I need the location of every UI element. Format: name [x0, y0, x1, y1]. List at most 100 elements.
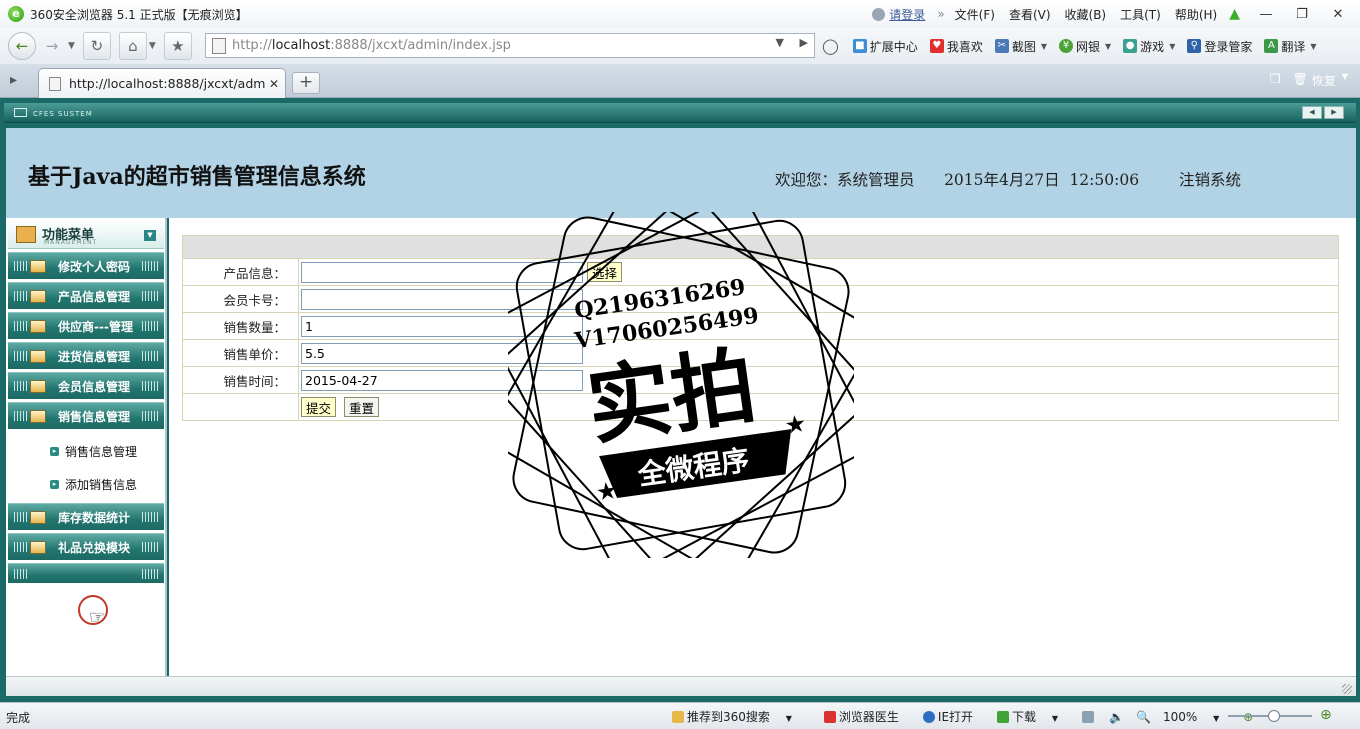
- home-dropdown-icon[interactable]: ▼: [149, 41, 156, 51]
- submenu-sales-manage[interactable]: ▸ 销售信息管理: [50, 443, 137, 460]
- history-dropdown-icon[interactable]: ▼: [68, 41, 75, 51]
- zoom-button[interactable]: 🔍 100% ▼: [1136, 710, 1231, 724]
- collapse-icon[interactable]: ▼: [144, 230, 156, 241]
- page-icon: [49, 76, 61, 91]
- recommend-button[interactable]: 推荐到360搜索 ▼: [672, 708, 804, 725]
- time-input[interactable]: [301, 369, 583, 391]
- menu-item-icon: [30, 510, 46, 524]
- menu-tools[interactable]: 工具(T): [1120, 6, 1161, 23]
- page-title: 基于Java的超市销售管理信息系统: [28, 164, 366, 190]
- sidebar-item-gift[interactable]: 礼品兑换模块: [8, 533, 164, 560]
- zoom-in-icon[interactable]: ⊕: [1320, 707, 1332, 723]
- translate-button[interactable]: A 翻译 ▼: [1264, 38, 1317, 55]
- download-button[interactable]: 下载 ▼: [997, 708, 1070, 725]
- sales-form: 产品信息： 选择 会员卡号： 销售数量： 销售单价： 销售时间：: [182, 235, 1339, 421]
- tab-active[interactable]: http://localhost:8888/jxcxt/admi... ✕: [38, 68, 286, 98]
- ie-open-button[interactable]: IE打开: [922, 708, 985, 725]
- go-icon[interactable]: ▶: [800, 36, 808, 49]
- main-content: 产品信息： 选择 会员卡号： 销售数量： 销售单价： 销售时间：: [169, 218, 1356, 676]
- sidebar-item-label: 供应商---管理: [58, 319, 133, 334]
- restore-button[interactable]: 恢复: [1312, 72, 1336, 89]
- close-window-icon[interactable]: ✕: [1320, 7, 1356, 22]
- url-text[interactable]: http://localhost:8888/jxcxt/admin/index.…: [232, 38, 511, 53]
- home-icon[interactable]: ⌂: [118, 32, 147, 60]
- shield-icon[interactable]: ◯: [822, 37, 839, 55]
- new-tab-button[interactable]: +: [292, 72, 320, 94]
- back-icon[interactable]: ←: [8, 32, 36, 60]
- heart-icon: ♥: [929, 39, 944, 53]
- url-dropdown-icon[interactable]: ▼: [776, 36, 784, 49]
- quantity-label: 销售数量：: [182, 312, 299, 340]
- menu-item-icon: [30, 540, 46, 554]
- browser-doctor-button[interactable]: 浏览器医生: [823, 708, 911, 725]
- time-label: 销售时间：: [182, 366, 299, 394]
- close-tab-icon[interactable]: ✕: [269, 77, 279, 91]
- menu-file[interactable]: 文件(F): [955, 6, 995, 23]
- menu-item-icon: [30, 259, 46, 273]
- forward-icon[interactable]: →: [38, 32, 66, 60]
- sidebar-item-inventory[interactable]: 库存数据统计: [8, 503, 164, 530]
- ebank-button[interactable]: ¥ 网银 ▼: [1059, 38, 1111, 55]
- login-link[interactable]: 请登录: [889, 6, 925, 23]
- window-switch-icon[interactable]: ❐: [1270, 72, 1281, 89]
- price-input[interactable]: [301, 342, 583, 364]
- product-input[interactable]: [301, 261, 583, 283]
- cube-icon: ■: [852, 39, 867, 53]
- reset-button[interactable]: 重置: [344, 397, 380, 417]
- sidebar-item-label: 礼品兑换模块: [58, 540, 131, 555]
- submenu-add-sales[interactable]: ▸ 添加销售信息: [50, 476, 137, 493]
- arrow-right-icon: ▸: [50, 447, 59, 456]
- restore-dropdown-icon[interactable]: ▼: [1342, 72, 1348, 89]
- system-label: CFES SUSTEM: [33, 110, 93, 118]
- member-card-input[interactable]: [301, 288, 583, 310]
- translate-icon: A: [1264, 39, 1279, 53]
- extension-toolbar: ◯ ■ 扩展中心 ♥ 我喜欢 ✂ 截图 ▼ ¥ 网银 ▼ ● 游戏 ▼ ⚲ 登录管家 A 翻译 ▼: [822, 28, 1329, 64]
- member-label: 会员卡号：: [182, 285, 299, 313]
- trash-icon[interactable]: 🗑: [1293, 72, 1308, 89]
- restore-window-icon[interactable]: ❐: [1284, 7, 1320, 22]
- minimize-icon[interactable]: —: [1248, 7, 1284, 22]
- scroll-left-icon[interactable]: ◀: [1302, 106, 1322, 119]
- sidebar-item-supplier[interactable]: 供应商---管理: [8, 312, 164, 339]
- sidebar-item-sales[interactable]: 销售信息管理: [8, 402, 164, 429]
- zoom-slider[interactable]: [1228, 710, 1312, 722]
- sidebar-item-label: 进货信息管理: [58, 349, 131, 364]
- window-mode-icon[interactable]: [1082, 710, 1097, 724]
- login-manager-button[interactable]: ⚲ 登录管家: [1187, 38, 1252, 55]
- key-icon: ⚲: [1187, 39, 1202, 53]
- skin-icon[interactable]: ▲: [1229, 6, 1240, 22]
- address-bar[interactable]: http://localhost:8888/jxcxt/admin/index.…: [205, 33, 815, 58]
- thumb-icon: [672, 711, 684, 723]
- logout-link[interactable]: 注销系统: [1179, 168, 1241, 190]
- menu-view[interactable]: 查看(V): [1009, 6, 1051, 23]
- menu-favorites[interactable]: 收藏(B): [1065, 6, 1107, 23]
- refresh-icon[interactable]: ↻: [82, 32, 111, 60]
- games-button[interactable]: ● 游戏 ▼: [1123, 38, 1175, 55]
- window-title: 360安全浏览器 5.1 正式版【无痕浏览】: [30, 7, 248, 22]
- ie-icon: [922, 711, 935, 723]
- scroll-right-icon[interactable]: ▶: [1324, 106, 1344, 119]
- resize-grip-icon[interactable]: [1342, 684, 1352, 694]
- select-product-button[interactable]: 选择: [586, 262, 622, 282]
- menu-help[interactable]: 帮助(H): [1175, 6, 1217, 23]
- sidebar-toggle-icon[interactable]: ▸: [10, 72, 17, 88]
- bank-icon: ¥: [1059, 39, 1073, 53]
- zoom-slider-knob[interactable]: [1268, 710, 1281, 722]
- favorite-star-icon[interactable]: ★: [163, 32, 192, 60]
- sidebar-item-member[interactable]: 会员信息管理: [8, 372, 164, 399]
- quantity-input[interactable]: [301, 315, 583, 337]
- menu-item-icon: [30, 319, 46, 333]
- screenshot-button[interactable]: ✂ 截图 ▼: [994, 38, 1047, 55]
- extension-center-button[interactable]: ■ 扩展中心: [852, 38, 918, 55]
- like-button[interactable]: ♥ 我喜欢: [929, 38, 983, 55]
- arrow-right-icon: ▸: [50, 480, 59, 489]
- menu-folder-icon: [16, 226, 36, 243]
- welcome-text: 欢迎您：系统管理员 2015年4月27日 12:50:06: [775, 171, 1140, 189]
- volume-icon[interactable]: 🔈: [1109, 710, 1124, 724]
- sidebar-item-product[interactable]: 产品信息管理: [8, 282, 164, 309]
- monitor-icon: [14, 108, 27, 117]
- sidebar-item-purchase[interactable]: 进货信息管理: [8, 342, 164, 369]
- sidebar-item-change-password[interactable]: 修改个人密码: [8, 252, 164, 279]
- submit-button[interactable]: 提交: [301, 397, 337, 417]
- product-label: 产品信息：: [182, 258, 299, 286]
